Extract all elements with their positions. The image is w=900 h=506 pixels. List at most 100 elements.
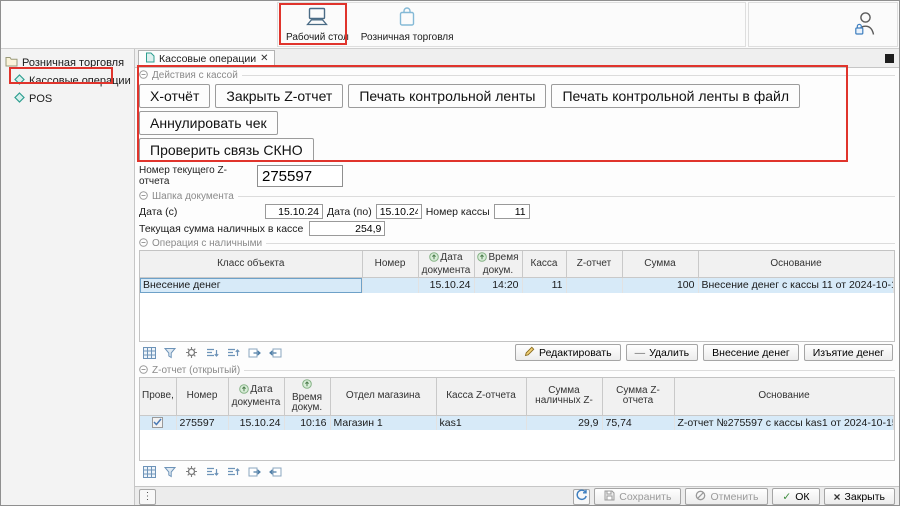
- edit-button[interactable]: Редактировать: [515, 344, 621, 361]
- column-header[interactable]: Класс объекта: [140, 251, 362, 278]
- date-from-input[interactable]: [265, 204, 323, 219]
- column-header[interactable]: Время докум.: [474, 251, 522, 278]
- export-icon[interactable]: [246, 464, 262, 480]
- gear-icon[interactable]: [183, 464, 199, 480]
- document-icon: [145, 52, 155, 66]
- sidebar-item-cash-operations[interactable]: Кассовые операции: [1, 72, 134, 90]
- app-window: Рабочий стол Розничная торговля: [0, 0, 900, 506]
- check-icon: ✓: [782, 491, 791, 503]
- column-header[interactable]: Дата документа: [418, 251, 474, 278]
- sort-asc-icon: [239, 384, 249, 398]
- group-list-icon[interactable]: [225, 464, 241, 480]
- topbar-empty-area: [1, 1, 277, 48]
- user-lock-icon: [853, 10, 877, 40]
- nav-desktop-button[interactable]: Рабочий стол: [281, 4, 354, 46]
- current-sum-input[interactable]: [309, 221, 385, 236]
- print-control-tape-button[interactable]: Печать контрольной ленты: [348, 84, 546, 108]
- collapse-icon[interactable]: [139, 365, 148, 377]
- delete-button[interactable]: — Удалить: [626, 344, 699, 361]
- collapse-icon[interactable]: [139, 238, 148, 250]
- row-checkbox[interactable]: [152, 417, 163, 428]
- save-button[interactable]: Сохранить: [594, 488, 681, 505]
- export-icon[interactable]: [246, 345, 262, 361]
- group-list-icon[interactable]: [225, 345, 241, 361]
- column-header[interactable]: Сумма Z-отчета: [602, 378, 674, 415]
- column-header[interactable]: Сумма: [622, 251, 698, 278]
- panel-toggle-icon[interactable]: [885, 54, 894, 63]
- cash-number-label: Номер кассы: [426, 206, 490, 218]
- grid-icon[interactable]: [141, 464, 157, 480]
- group-title: Операция с наличными: [152, 238, 262, 249]
- cancel-button[interactable]: Отменить: [685, 488, 768, 505]
- column-header[interactable]: Касса Z-отчета: [436, 378, 526, 415]
- ok-button[interactable]: ✓ ОК: [772, 488, 819, 505]
- sidebar-item-pos[interactable]: POS: [1, 90, 134, 108]
- more-button[interactable]: ⋮: [139, 489, 156, 505]
- column-header[interactable]: Отдел магазина: [330, 378, 436, 415]
- retail-bag-icon: [397, 6, 417, 30]
- column-header[interactable]: Касса: [522, 251, 566, 278]
- group-title: Z-отчет (открытый): [152, 365, 240, 376]
- diamond-icon: [14, 92, 25, 106]
- sort-list-icon[interactable]: [204, 464, 220, 480]
- pencil-icon: [524, 346, 535, 360]
- table-row[interactable]: 275597 15.10.24 10:16 Магазин 1 kas1 29,…: [140, 415, 894, 430]
- z-report-table: Прове, Номер Дата документа Время докум.…: [139, 377, 895, 461]
- collapse-icon[interactable]: [139, 191, 148, 203]
- column-header[interactable]: Номер: [176, 378, 228, 415]
- z-number-input[interactable]: [257, 165, 343, 187]
- user-button[interactable]: [853, 10, 877, 40]
- column-header[interactable]: Номер: [362, 251, 418, 278]
- import-icon[interactable]: [267, 464, 283, 480]
- refresh-icon: [575, 489, 588, 504]
- column-header[interactable]: Сумма наличных Z-: [526, 378, 602, 415]
- close-icon: ×: [834, 490, 841, 504]
- column-header[interactable]: Дата документа: [228, 378, 284, 415]
- topbar: Рабочий стол Розничная торговля: [1, 1, 899, 49]
- withdraw-money-button[interactable]: Изъятие денег: [804, 344, 893, 361]
- check-skno-button[interactable]: Проверить связь СКНО: [139, 138, 314, 162]
- annul-check-button[interactable]: Аннулировать чек: [139, 111, 278, 135]
- cash-operations-group: Операция с наличными Класс объекта Номер…: [139, 238, 895, 363]
- filter-icon[interactable]: [162, 464, 178, 480]
- desktop-icon: [304, 7, 330, 30]
- nav-desktop-label: Рабочий стол: [286, 32, 349, 43]
- sidebar-title-label: Розничная торговля: [22, 57, 124, 69]
- z-report-group: Z-отчет (открытый) Прове, Номер Дата док…: [139, 365, 895, 482]
- date-to-label: Дата (по): [327, 206, 372, 218]
- nav-retail-button[interactable]: Розничная торговля: [356, 4, 459, 46]
- folder-icon: [5, 56, 18, 70]
- date-from-label: Дата (с): [139, 206, 265, 218]
- column-header[interactable]: Прове,: [140, 378, 176, 415]
- close-button[interactable]: × Закрыть: [824, 488, 895, 505]
- column-header[interactable]: Основание: [674, 378, 894, 415]
- z-report-toolbar: [139, 461, 895, 482]
- tab-bar: Кассовые операции ✕: [135, 49, 899, 68]
- sort-asc-icon: [477, 252, 487, 266]
- topbar-user-section: [748, 2, 898, 47]
- cash-operations-table: Класс объекта Номер Дата документа Время…: [139, 250, 895, 342]
- print-control-tape-file-button[interactable]: Печать контрольной ленты в файл: [551, 84, 800, 108]
- tab-cash-operations[interactable]: Кассовые операции ✕: [138, 50, 275, 67]
- x-report-button[interactable]: Х-отчёт: [139, 84, 210, 108]
- tab-label: Кассовые операции: [159, 53, 256, 65]
- column-header[interactable]: Время докум.: [284, 378, 330, 415]
- sort-list-icon[interactable]: [204, 345, 220, 361]
- grid-icon[interactable]: [141, 345, 157, 361]
- import-icon[interactable]: [267, 345, 283, 361]
- filter-icon[interactable]: [162, 345, 178, 361]
- deposit-money-button[interactable]: Внесение денег: [703, 344, 799, 361]
- date-to-input[interactable]: [376, 204, 422, 219]
- collapse-icon[interactable]: [139, 70, 148, 82]
- gear-icon[interactable]: [183, 345, 199, 361]
- cancel-icon: [695, 490, 706, 504]
- save-icon: [604, 490, 615, 504]
- column-header[interactable]: Основание: [698, 251, 894, 278]
- column-header[interactable]: Z-отчет: [566, 251, 622, 278]
- close-z-report-button[interactable]: Закрыть Z-отчет: [215, 84, 343, 108]
- table-row[interactable]: Внесение денег 15.10.24 14:20 11 100 Вне…: [140, 278, 894, 293]
- tab-close-icon[interactable]: ✕: [260, 54, 268, 64]
- cash-number-input[interactable]: [494, 204, 530, 219]
- cash-operations-toolbar: Редактировать — Удалить Внесение денег И…: [139, 342, 895, 363]
- refresh-button[interactable]: [573, 489, 590, 505]
